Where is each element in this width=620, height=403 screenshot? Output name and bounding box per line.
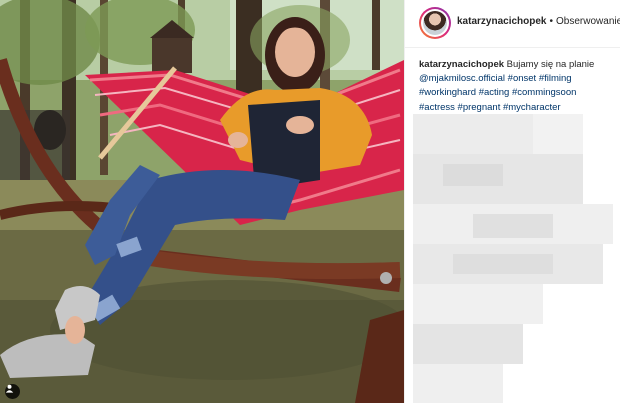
separator-dot: • [549,16,554,27]
hashtag-link[interactable]: #actress [419,102,455,113]
follow-button[interactable]: Obserwowanie [556,16,620,27]
username-link[interactable]: katarzynacichopek [457,16,547,27]
post-header: katarzynacichopek • Obserwowanie [405,0,620,48]
person-icon [5,384,14,393]
tagged-user-badge[interactable] [5,384,20,399]
blur-block [443,164,503,186]
hashtag-link[interactable]: #pregnant [458,102,501,113]
blur-block [533,114,583,154]
caption-text: Bujamy się na planie [506,59,595,70]
hashtag-link[interactable]: #mycharacter [503,102,561,113]
post-side-panel: katarzynacichopek • Obserwowanie katarzyna… [404,0,620,403]
blur-block [413,364,503,403]
blurred-comments [413,114,620,403]
photo-scene [0,0,404,403]
hashtag-link[interactable]: #filming [539,73,572,84]
blur-block [413,284,543,324]
hashtag-link[interactable]: #onset [508,73,537,84]
post-photo[interactable] [0,0,404,403]
avatar-ring [421,9,449,37]
avatar-image [423,11,447,35]
hashtag-link[interactable]: #workinghard [419,87,476,98]
caption-username[interactable]: katarzynacichopek [419,59,504,70]
blur-block [473,214,553,238]
post-caption: katarzynacichopek Bujamy się na planie @… [419,58,615,115]
hashtag-link[interactable]: #acting [479,87,510,98]
blur-block [413,324,523,364]
hashtag-link[interactable]: #commingsoon [512,87,576,98]
blur-block [413,114,533,154]
caption-mention[interactable]: @mjakmilosc.official [419,73,505,84]
blur-block [453,254,553,274]
header-line: katarzynacichopek • Obserwowanie [457,16,620,27]
avatar-icon[interactable] [419,7,451,39]
